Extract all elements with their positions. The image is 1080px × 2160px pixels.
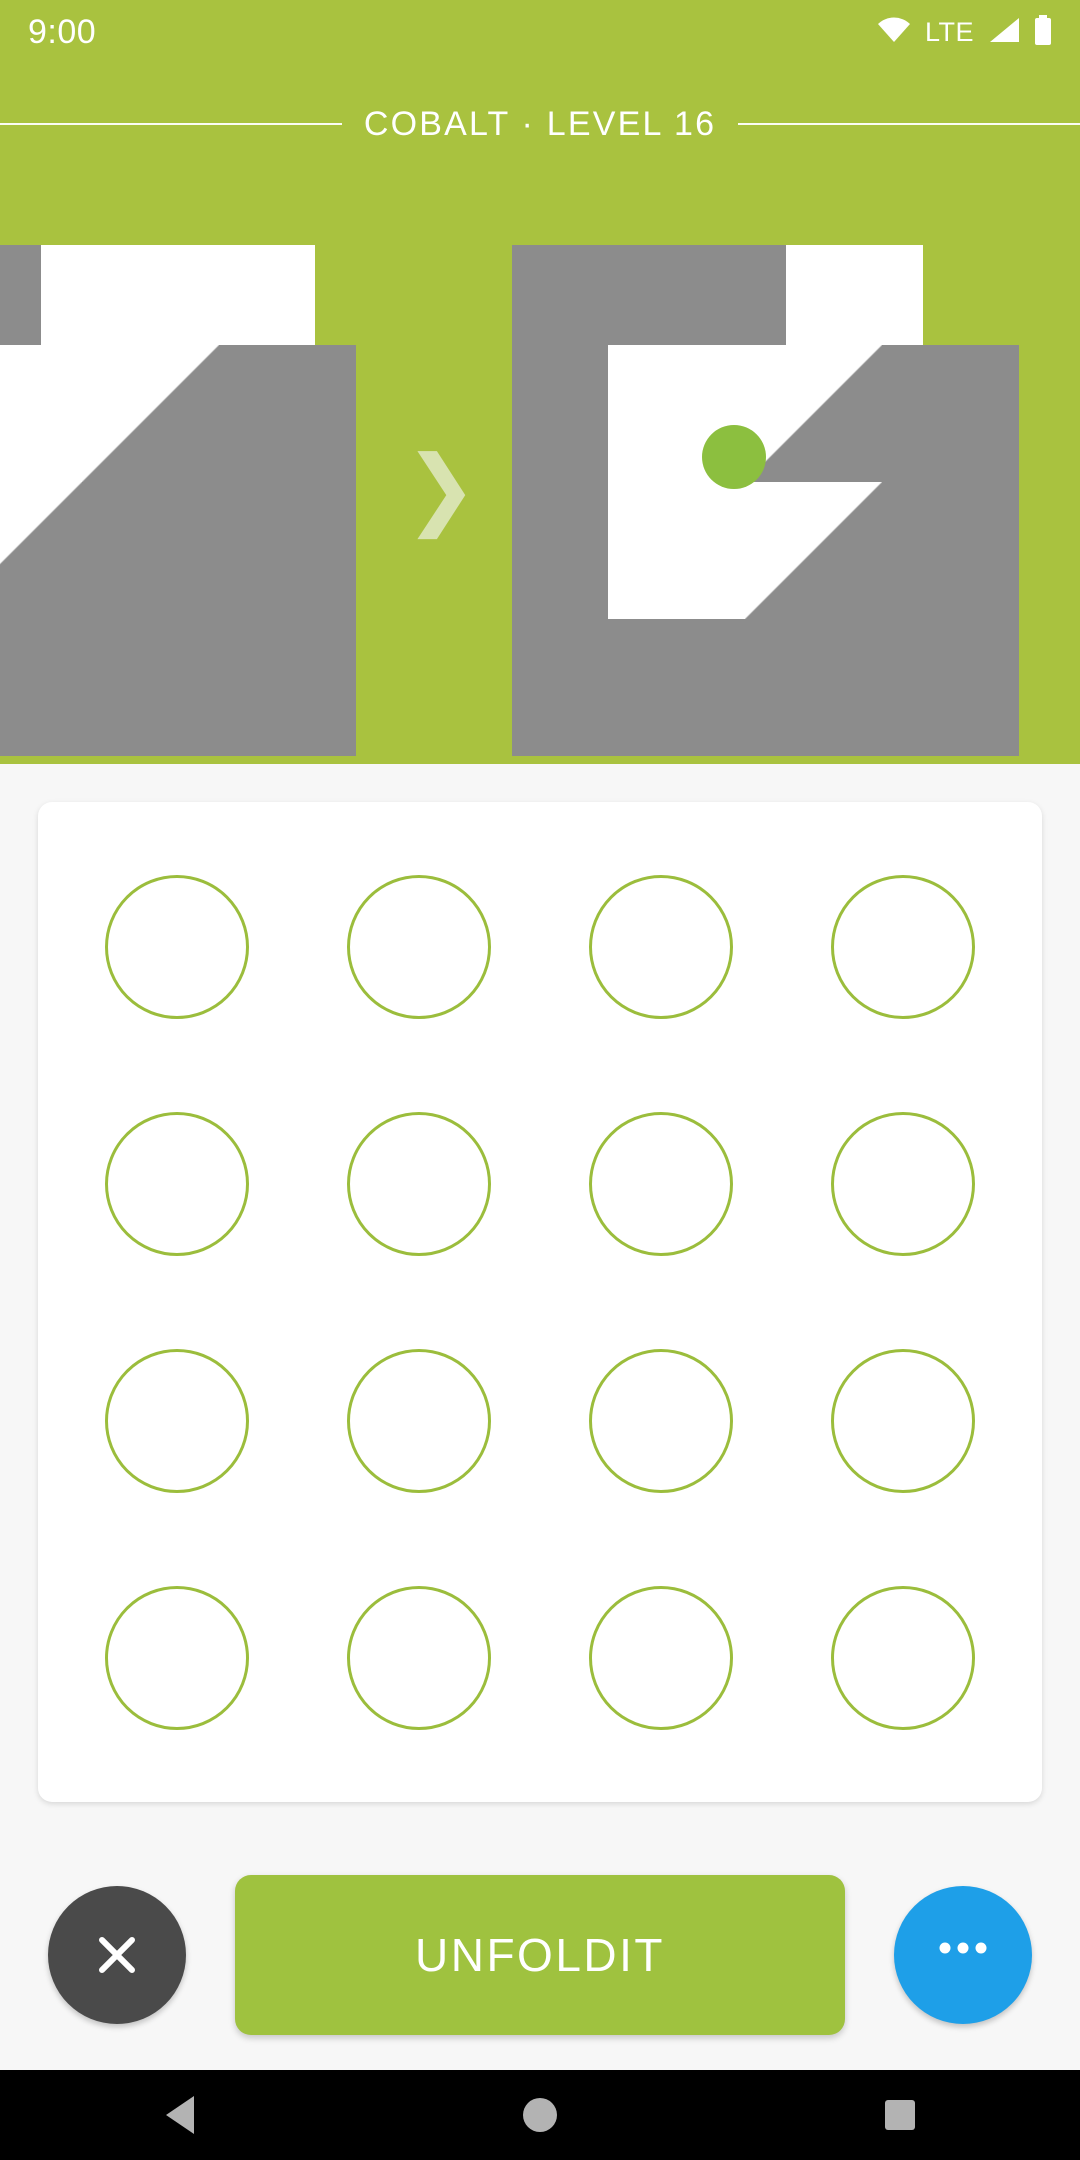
shape-cell — [882, 482, 1019, 619]
grid-cell-r2c2[interactable] — [347, 1111, 491, 1256]
battery-icon — [1034, 14, 1052, 50]
unfoldit-button[interactable]: UNFOLDIT — [235, 1875, 845, 2035]
grid-cell-r4c2[interactable] — [347, 1585, 491, 1730]
grid-cell-r4c3[interactable] — [589, 1585, 733, 1730]
cellular-signal-icon — [988, 17, 1020, 48]
shape-cell — [219, 619, 356, 756]
page-title: COBALT · LEVEL 16 — [363, 104, 717, 143]
status-clock: 9:00 — [28, 12, 97, 51]
shape-cell — [649, 619, 786, 756]
grid-cell-r3c3[interactable] — [589, 1348, 733, 1493]
chevron-right-icon: ❯ — [404, 438, 478, 537]
grid-cell-r1c1[interactable] — [105, 874, 249, 1019]
shape-cell — [82, 619, 219, 756]
grid-cell-r1c4[interactable] — [831, 874, 975, 1019]
shape-cell — [0, 619, 82, 756]
back-triangle-icon — [166, 2096, 194, 2134]
nav-home-button[interactable] — [480, 2070, 600, 2160]
more-options-button[interactable] — [894, 1886, 1032, 2024]
recents-square-icon — [885, 2100, 915, 2130]
nav-back-button[interactable] — [120, 2070, 240, 2160]
close-button[interactable] — [48, 1886, 186, 2024]
grid-cell-r2c3[interactable] — [589, 1111, 733, 1256]
shape-cell — [882, 345, 1019, 482]
grid-card-area — [0, 764, 1080, 1840]
grid-cell-r3c2[interactable] — [347, 1348, 491, 1493]
grid-cell-r4c4[interactable] — [831, 1585, 975, 1730]
close-icon — [99, 1937, 135, 1973]
status-icons: LTE — [877, 14, 1052, 50]
header-rule-right — [738, 123, 1080, 125]
answer-grid[interactable] — [38, 802, 1042, 1802]
puzzle-stage: ❯ — [0, 179, 1080, 764]
shape-cell — [882, 619, 1019, 756]
grid-cell-r2c1[interactable] — [105, 1111, 249, 1256]
lte-label: LTE — [924, 16, 974, 47]
shape-cell — [0, 345, 82, 482]
shape-cell — [512, 619, 649, 756]
folded-shape-before — [0, 245, 356, 764]
shape-cell — [608, 482, 745, 619]
header-rule-left — [0, 123, 342, 125]
shape-cell-diagonal — [0, 482, 82, 619]
grid-cell-r1c2[interactable] — [347, 874, 491, 1019]
grid-cell-r1c3[interactable] — [589, 874, 733, 1019]
wifi-icon — [877, 17, 911, 48]
android-nav-bar — [0, 2070, 1080, 2160]
status-bar: 9:00 LTE — [0, 0, 1080, 64]
shape-cell — [82, 482, 219, 619]
grid-cell-r3c4[interactable] — [831, 1348, 975, 1493]
grid-cell-r4c1[interactable] — [105, 1585, 249, 1730]
shape-cell — [219, 345, 356, 482]
shape-cell — [219, 482, 356, 619]
grid-cell-r3c1[interactable] — [105, 1348, 249, 1493]
home-circle-icon — [523, 2098, 557, 2132]
grid-cell-r2c4[interactable] — [831, 1111, 975, 1256]
action-bar: UNFOLDIT — [0, 1840, 1080, 2070]
more-dots-icon — [939, 1942, 987, 1954]
shape-cell-diagonal — [745, 482, 882, 619]
app-screen: 9:00 LTE COBALT · LEVEL 16 ❯ UNFOLDIT — [0, 0, 1080, 2160]
nav-recents-button[interactable] — [840, 2070, 960, 2160]
target-dot — [702, 425, 766, 489]
game-panel: COBALT · LEVEL 16 ❯ — [0, 64, 1080, 764]
folded-shape-after — [512, 245, 1019, 764]
level-header: COBALT · LEVEL 16 — [0, 96, 1080, 152]
shape-cell-diagonal — [82, 345, 219, 482]
